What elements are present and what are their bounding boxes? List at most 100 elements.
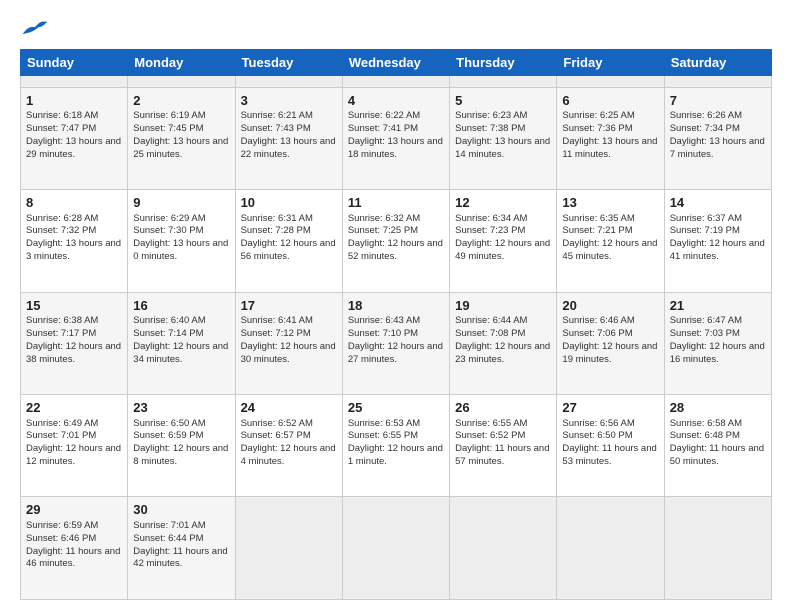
daylight-text: Daylight: 12 hours and 38 minutes. <box>26 341 122 367</box>
day-number: 10 <box>241 194 337 212</box>
day-number: 3 <box>241 92 337 110</box>
daylight-text: Daylight: 12 hours and 12 minutes. <box>26 443 122 469</box>
day-number: 21 <box>670 297 766 315</box>
calendar-cell: 9Sunrise: 6:29 AMSunset: 7:30 PMDaylight… <box>128 190 235 292</box>
sunrise-text: Sunrise: 6:50 AM <box>133 418 229 431</box>
sunset-text: Sunset: 7:32 PM <box>26 225 122 238</box>
col-sunday: Sunday <box>21 49 128 75</box>
sunrise-text: Sunrise: 6:40 AM <box>133 315 229 328</box>
day-number: 29 <box>26 501 122 519</box>
sunrise-text: Sunrise: 6:22 AM <box>348 110 444 123</box>
day-number: 19 <box>455 297 551 315</box>
sunrise-text: Sunrise: 6:21 AM <box>241 110 337 123</box>
sunset-text: Sunset: 6:50 PM <box>562 430 658 443</box>
calendar-cell: 20Sunrise: 6:46 AMSunset: 7:06 PMDayligh… <box>557 292 664 394</box>
day-number: 7 <box>670 92 766 110</box>
page-header <box>20 18 772 39</box>
col-friday: Friday <box>557 49 664 75</box>
day-number: 2 <box>133 92 229 110</box>
calendar-cell: 16Sunrise: 6:40 AMSunset: 7:14 PMDayligh… <box>128 292 235 394</box>
sunrise-text: Sunrise: 6:18 AM <box>26 110 122 123</box>
daylight-text: Daylight: 12 hours and 34 minutes. <box>133 341 229 367</box>
calendar-week-6: 29Sunrise: 6:59 AMSunset: 6:46 PMDayligh… <box>21 497 772 600</box>
sunset-text: Sunset: 7:17 PM <box>26 328 122 341</box>
bird-icon <box>21 18 49 38</box>
sunset-text: Sunset: 7:47 PM <box>26 123 122 136</box>
sunset-text: Sunset: 7:36 PM <box>562 123 658 136</box>
calendar-cell <box>450 497 557 600</box>
daylight-text: Daylight: 11 hours and 57 minutes. <box>455 443 551 469</box>
day-number: 23 <box>133 399 229 417</box>
sunset-text: Sunset: 7:01 PM <box>26 430 122 443</box>
day-number: 27 <box>562 399 658 417</box>
sunrise-text: Sunrise: 6:52 AM <box>241 418 337 431</box>
daylight-text: Daylight: 12 hours and 4 minutes. <box>241 443 337 469</box>
sunrise-text: Sunrise: 6:56 AM <box>562 418 658 431</box>
sunset-text: Sunset: 7:30 PM <box>133 225 229 238</box>
daylight-text: Daylight: 13 hours and 29 minutes. <box>26 136 122 162</box>
sunrise-text: Sunrise: 6:58 AM <box>670 418 766 431</box>
calendar-cell: 23Sunrise: 6:50 AMSunset: 6:59 PMDayligh… <box>128 395 235 497</box>
daylight-text: Daylight: 11 hours and 50 minutes. <box>670 443 766 469</box>
calendar-cell <box>557 497 664 600</box>
sunrise-text: Sunrise: 6:25 AM <box>562 110 658 123</box>
calendar-cell: 18Sunrise: 6:43 AMSunset: 7:10 PMDayligh… <box>342 292 449 394</box>
calendar-cell <box>664 75 771 87</box>
sunset-text: Sunset: 6:59 PM <box>133 430 229 443</box>
calendar-cell: 6Sunrise: 6:25 AMSunset: 7:36 PMDaylight… <box>557 87 664 189</box>
calendar-cell <box>450 75 557 87</box>
sunset-text: Sunset: 7:25 PM <box>348 225 444 238</box>
day-number: 30 <box>133 501 229 519</box>
sunrise-text: Sunrise: 6:29 AM <box>133 213 229 226</box>
sunset-text: Sunset: 7:34 PM <box>670 123 766 136</box>
calendar-cell: 7Sunrise: 6:26 AMSunset: 7:34 PMDaylight… <box>664 87 771 189</box>
daylight-text: Daylight: 12 hours and 45 minutes. <box>562 238 658 264</box>
calendar-week-2: 1Sunrise: 6:18 AMSunset: 7:47 PMDaylight… <box>21 87 772 189</box>
daylight-text: Daylight: 12 hours and 41 minutes. <box>670 238 766 264</box>
daylight-text: Daylight: 13 hours and 18 minutes. <box>348 136 444 162</box>
col-thursday: Thursday <box>450 49 557 75</box>
day-number: 1 <box>26 92 122 110</box>
calendar-week-4: 15Sunrise: 6:38 AMSunset: 7:17 PMDayligh… <box>21 292 772 394</box>
calendar-cell <box>557 75 664 87</box>
calendar-cell: 25Sunrise: 6:53 AMSunset: 6:55 PMDayligh… <box>342 395 449 497</box>
sunrise-text: Sunrise: 7:01 AM <box>133 520 229 533</box>
calendar-cell: 3Sunrise: 6:21 AMSunset: 7:43 PMDaylight… <box>235 87 342 189</box>
sunrise-text: Sunrise: 6:34 AM <box>455 213 551 226</box>
sunrise-text: Sunrise: 6:44 AM <box>455 315 551 328</box>
calendar-cell <box>664 497 771 600</box>
calendar-table: Sunday Monday Tuesday Wednesday Thursday… <box>20 49 772 600</box>
daylight-text: Daylight: 13 hours and 11 minutes. <box>562 136 658 162</box>
calendar-week-1 <box>21 75 772 87</box>
sunset-text: Sunset: 7:12 PM <box>241 328 337 341</box>
sunrise-text: Sunrise: 6:37 AM <box>670 213 766 226</box>
sunset-text: Sunset: 7:06 PM <box>562 328 658 341</box>
daylight-text: Daylight: 11 hours and 53 minutes. <box>562 443 658 469</box>
sunset-text: Sunset: 7:45 PM <box>133 123 229 136</box>
calendar-cell: 24Sunrise: 6:52 AMSunset: 6:57 PMDayligh… <box>235 395 342 497</box>
col-wednesday: Wednesday <box>342 49 449 75</box>
calendar-cell: 1Sunrise: 6:18 AMSunset: 7:47 PMDaylight… <box>21 87 128 189</box>
col-saturday: Saturday <box>664 49 771 75</box>
sunset-text: Sunset: 7:23 PM <box>455 225 551 238</box>
day-number: 4 <box>348 92 444 110</box>
day-number: 15 <box>26 297 122 315</box>
sunset-text: Sunset: 6:52 PM <box>455 430 551 443</box>
calendar-week-5: 22Sunrise: 6:49 AMSunset: 7:01 PMDayligh… <box>21 395 772 497</box>
sunset-text: Sunset: 7:28 PM <box>241 225 337 238</box>
sunrise-text: Sunrise: 6:47 AM <box>670 315 766 328</box>
sunset-text: Sunset: 7:43 PM <box>241 123 337 136</box>
calendar-cell: 8Sunrise: 6:28 AMSunset: 7:32 PMDaylight… <box>21 190 128 292</box>
daylight-text: Daylight: 12 hours and 27 minutes. <box>348 341 444 367</box>
sunrise-text: Sunrise: 6:55 AM <box>455 418 551 431</box>
sunset-text: Sunset: 7:19 PM <box>670 225 766 238</box>
calendar-cell: 26Sunrise: 6:55 AMSunset: 6:52 PMDayligh… <box>450 395 557 497</box>
sunrise-text: Sunrise: 6:53 AM <box>348 418 444 431</box>
calendar-cell: 4Sunrise: 6:22 AMSunset: 7:41 PMDaylight… <box>342 87 449 189</box>
col-tuesday: Tuesday <box>235 49 342 75</box>
daylight-text: Daylight: 11 hours and 46 minutes. <box>26 546 122 572</box>
logo <box>20 18 50 39</box>
calendar-cell: 30Sunrise: 7:01 AMSunset: 6:44 PMDayligh… <box>128 497 235 600</box>
sunset-text: Sunset: 6:48 PM <box>670 430 766 443</box>
day-number: 5 <box>455 92 551 110</box>
